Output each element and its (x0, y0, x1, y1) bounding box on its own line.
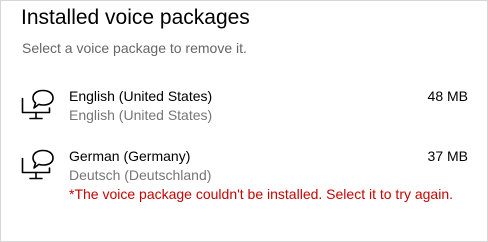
package-error-message: *The voice package couldn't be installed… (69, 186, 454, 202)
package-size: 48 MB (427, 88, 468, 104)
voice-package-english-us[interactable]: English (United States) English (United … (1, 85, 488, 129)
speech-monitor-icon (21, 148, 61, 182)
page-title: Installed voice packages (21, 6, 250, 29)
voice-packages-panel: Installed voice packages Select a voice … (0, 0, 488, 242)
page-subtitle: Select a voice package to remove it. (22, 40, 247, 56)
package-native-name: English (United States) (69, 107, 213, 123)
package-name: English (United States) (69, 88, 213, 104)
package-size: 37 MB (427, 148, 468, 164)
package-name: German (Germany) (69, 148, 191, 164)
voice-package-german[interactable]: German (Germany) Deutsch (Deutschland) *… (1, 145, 488, 207)
speech-monitor-icon (21, 88, 61, 122)
package-native-name: Deutsch (Deutschland) (69, 167, 212, 183)
